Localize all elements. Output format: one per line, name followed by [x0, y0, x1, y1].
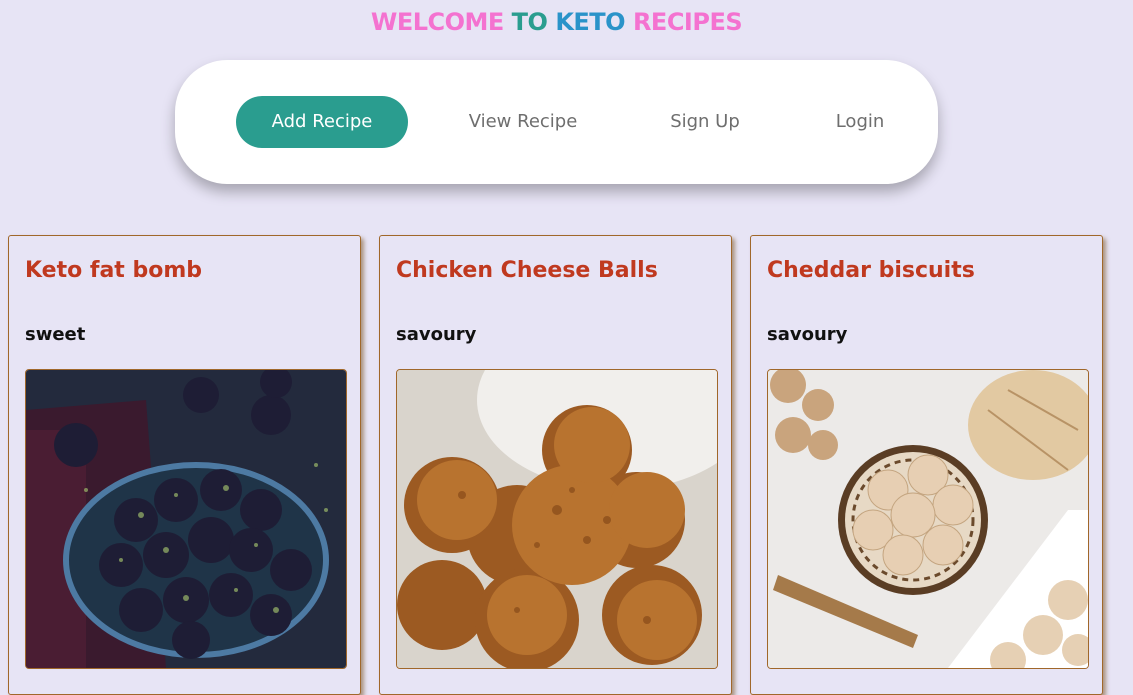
recipe-image — [767, 369, 1089, 669]
recipe-image — [25, 369, 347, 669]
recipe-title: Cheddar biscuits — [767, 258, 975, 283]
recipe-card[interactable]: Keto fat bomb sweet — [8, 235, 361, 695]
recipe-card[interactable]: Chicken Cheese Balls savoury — [379, 235, 732, 695]
recipe-category: sweet — [25, 324, 86, 345]
recipe-category: savoury — [396, 324, 477, 345]
recipe-title: Keto fat bomb — [25, 258, 202, 283]
recipe-title: Chicken Cheese Balls — [396, 258, 658, 283]
recipe-card[interactable]: Cheddar biscuits savoury — [750, 235, 1103, 695]
view-recipe-link[interactable]: View Recipe — [458, 96, 588, 148]
heading-word-keto: KETO — [555, 8, 626, 36]
heading-word-to: TO — [511, 8, 548, 36]
recipe-category: savoury — [767, 324, 848, 345]
add-recipe-button[interactable]: Add Recipe — [236, 96, 408, 148]
sign-up-link[interactable]: Sign Up — [655, 96, 755, 148]
login-link[interactable]: Login — [815, 96, 905, 148]
page-heading: WELCOME TO KETO RECIPES — [0, 8, 1113, 36]
nav-bar: Add Recipe View Recipe Sign Up Login — [175, 60, 938, 184]
recipe-image — [396, 369, 718, 669]
heading-word-recipes: RECIPES — [632, 8, 743, 36]
heading-word-welcome: WELCOME — [370, 8, 504, 36]
